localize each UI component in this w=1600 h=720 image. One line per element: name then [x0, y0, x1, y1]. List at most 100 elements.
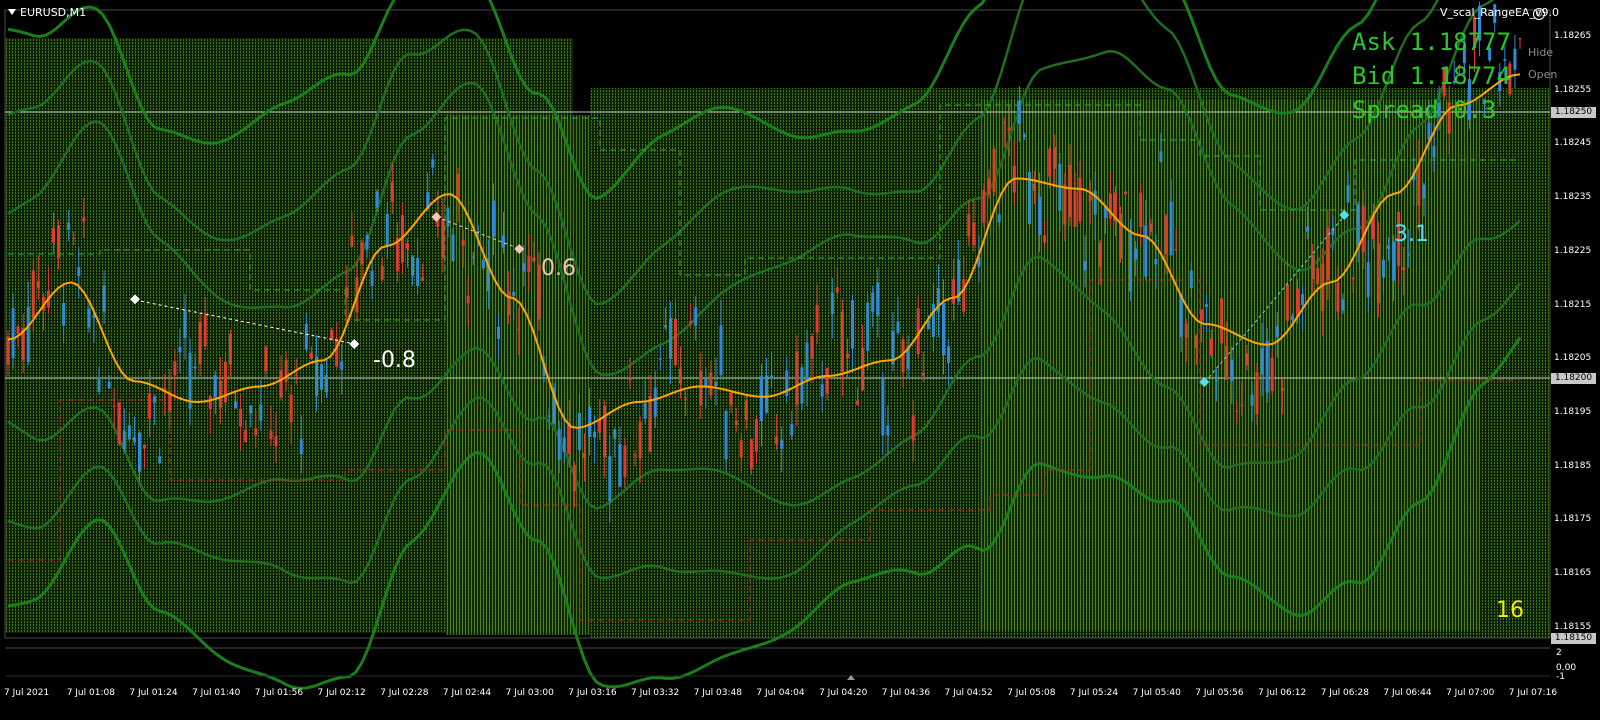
smiley-icon[interactable]: ☺ [1533, 8, 1545, 20]
candle-body [1225, 345, 1229, 380]
candle-body [653, 387, 657, 417]
time-tick-label: 7 Jul 04:04 [756, 688, 805, 698]
candle-body [759, 376, 763, 421]
candle-body [375, 191, 379, 208]
bid-price: Bid 1.18774 [1352, 62, 1511, 90]
candle-body [876, 282, 880, 316]
candle-body [856, 400, 860, 405]
candle-body [1290, 316, 1294, 320]
candle-body [1351, 277, 1355, 279]
candle-body [1260, 348, 1264, 375]
candle-body [289, 394, 293, 423]
candle-body [1240, 404, 1244, 406]
candle-body [380, 266, 384, 280]
candle-body [582, 452, 586, 459]
candle-body [1407, 254, 1411, 256]
chart-window[interactable]: EURUSD,M1 V_scal_RangeEA_v9.0 ☺ Ask 1.18… [0, 0, 1600, 720]
candle-body [1194, 335, 1198, 348]
candle-body [481, 259, 485, 269]
candle-body [1392, 241, 1396, 281]
candle-body [309, 352, 313, 359]
price-tag: 1.18250 [1551, 107, 1596, 118]
candle-body [234, 401, 238, 409]
candle-body [1250, 394, 1254, 406]
candle-body [638, 421, 642, 459]
time-tick-label: 7 Jul 04:20 [819, 688, 868, 698]
candle-body [178, 347, 182, 353]
candle-body [1518, 38, 1522, 40]
candle-body [299, 439, 303, 454]
candle-body [694, 307, 698, 326]
candle-body [127, 425, 131, 440]
candle-body [734, 420, 738, 426]
candle-body [572, 465, 576, 492]
candle-body [714, 382, 718, 386]
candle-body [845, 353, 849, 358]
candle-body [866, 302, 870, 351]
candle-body [153, 396, 157, 403]
candle-body [1164, 215, 1168, 255]
candle-body [1149, 223, 1153, 232]
candle-body [77, 267, 81, 276]
candle-body [709, 372, 713, 396]
candle-body [249, 405, 253, 414]
candle-body [466, 295, 470, 304]
time-tick-label: 7 Jul 06:44 [1383, 688, 1432, 698]
candle-body [26, 306, 30, 363]
candle-body [1326, 227, 1330, 280]
candle-body [229, 334, 233, 365]
candle-body [593, 431, 597, 438]
candle-body [107, 381, 111, 389]
candle-body [31, 270, 35, 319]
candle-body [360, 242, 364, 265]
candle-body [1204, 304, 1208, 308]
candle-body [1134, 248, 1138, 260]
time-tick-label: 7 Jul 05:08 [1007, 688, 1056, 698]
candle-body [304, 323, 308, 350]
candle-body [97, 377, 101, 392]
candle-body [1366, 262, 1370, 298]
candle-body [390, 182, 394, 202]
candle-body [1336, 282, 1340, 312]
candle-body [861, 347, 865, 390]
time-tick-label: 7 Jul 01:24 [129, 688, 178, 698]
price-tick-label: 1.18165 [1554, 568, 1592, 578]
ask-price: Ask 1.18777 [1352, 28, 1511, 56]
candle-body [729, 392, 733, 405]
candle-body [805, 342, 809, 382]
subwindow-axis-label: -1 [1556, 672, 1565, 682]
time-tick-label: 7 Jul 01:08 [66, 688, 115, 698]
candle-body [385, 214, 389, 246]
open-button[interactable]: Open [1528, 68, 1557, 81]
candle-body [699, 370, 703, 406]
candle-body [643, 403, 647, 419]
candle-body [684, 398, 688, 400]
caret-down-icon[interactable] [8, 9, 16, 15]
candle-body [567, 423, 571, 454]
candle-body [279, 370, 283, 398]
time-tick-label: 7 Jul 07:00 [1446, 688, 1495, 698]
candle-body [158, 455, 162, 464]
candle-body [1124, 191, 1128, 195]
candle-body [132, 437, 136, 442]
candle-body [143, 444, 147, 449]
price-tag: 1.18200 [1551, 373, 1596, 384]
trade-profit-label: 0.6 [541, 256, 576, 281]
time-tick-label: 7 Jul 06:12 [1258, 688, 1307, 698]
symbol-title[interactable]: EURUSD,M1 [8, 6, 86, 19]
candle-body [1503, 59, 1507, 61]
hide-button[interactable]: Hide [1528, 46, 1553, 59]
candle-body [1038, 196, 1042, 235]
candle-body [1301, 294, 1305, 306]
candle-body [441, 219, 445, 258]
candle-body [1361, 205, 1365, 253]
candle-body [992, 148, 996, 192]
candle-body [840, 311, 844, 372]
candle-body [744, 400, 748, 420]
candle-body [1033, 183, 1037, 191]
candle-body [724, 410, 728, 460]
time-tick-label: 7 Jul 02:28 [380, 688, 429, 698]
candle-body [365, 235, 369, 250]
candle-body [562, 437, 566, 453]
candle-body [67, 222, 71, 230]
